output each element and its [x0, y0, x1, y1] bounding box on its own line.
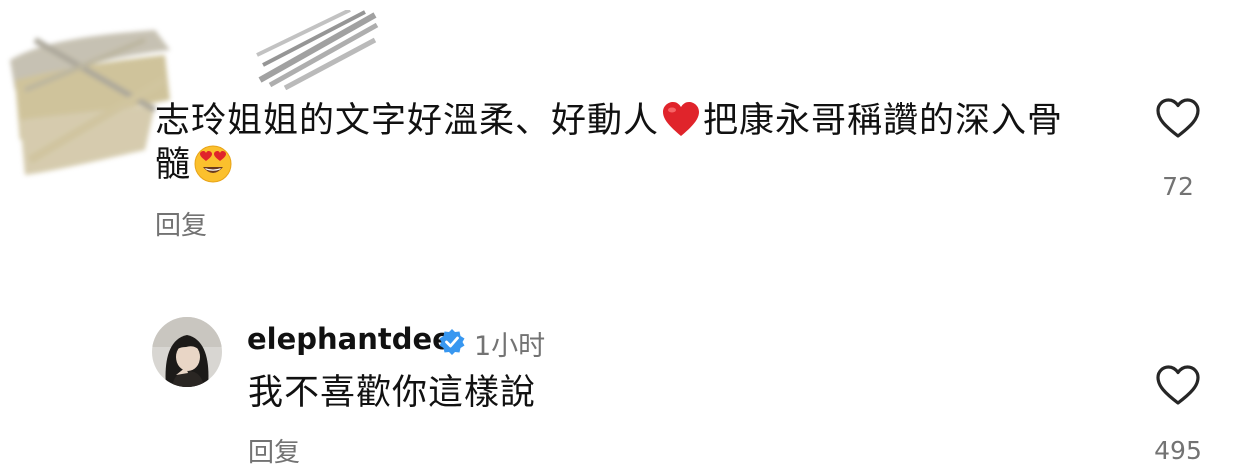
comment-text-line2: 髓	[155, 141, 235, 189]
timestamp: 1小时	[474, 331, 546, 362]
verified-badge-icon	[439, 329, 465, 355]
red-heart-emoji-icon	[663, 102, 700, 136]
redaction-scribble-right	[256, 10, 379, 90]
comment-text: 我不喜歡你這樣說	[248, 373, 537, 413]
heart-outline-icon[interactable]	[1154, 96, 1202, 140]
reply-button[interactable]: 回复	[248, 432, 300, 469]
avatar[interactable]	[152, 317, 222, 387]
avatar-image	[152, 317, 222, 387]
comment-text-part: 髓	[155, 145, 192, 185]
comment-text: 志玲姐姐的文字好溫柔、好動人 把康永哥稱讚的深入骨	[155, 97, 1085, 145]
comment-text-part: 志玲姐姐的文字好溫柔、好動人	[155, 101, 660, 141]
like-count: 495	[1154, 436, 1202, 465]
username-link[interactable]: elephantdee	[247, 322, 452, 356]
reply-button[interactable]: 回复	[155, 205, 207, 242]
comment-text-part: 把康永哥稱讚的深入骨	[703, 101, 1064, 141]
redaction-scribble-left	[10, 30, 170, 175]
heart-outline-icon[interactable]	[1154, 363, 1202, 407]
heart-eyes-emoji-icon	[194, 145, 232, 183]
like-count: 72	[1162, 172, 1194, 201]
